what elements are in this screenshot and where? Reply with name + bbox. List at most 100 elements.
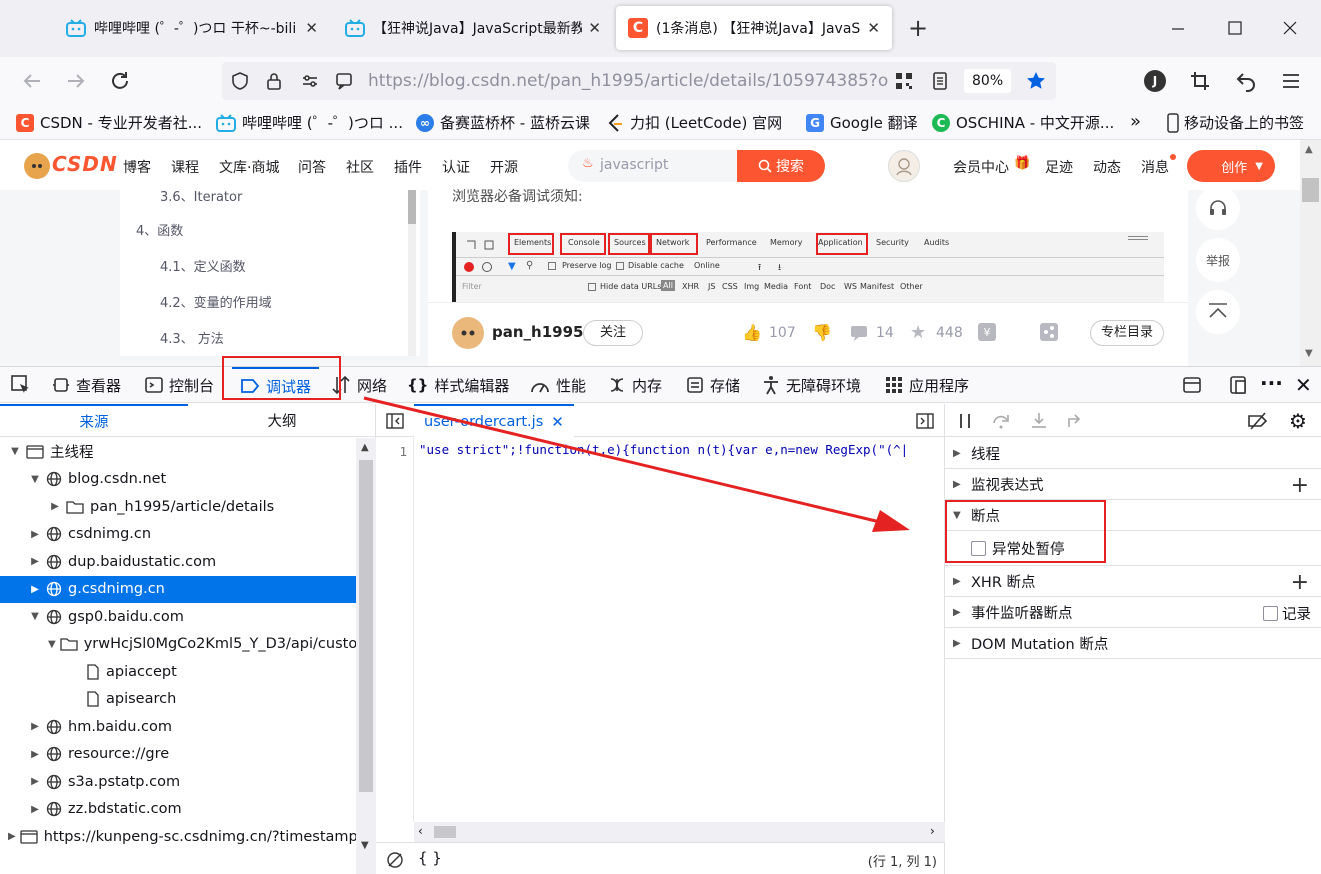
browser-tab-active[interactable]: C (1条消息) 【狂神说Java】JavaScri ✕ bbox=[616, 6, 892, 50]
crop-screenshot-icon[interactable] bbox=[1188, 69, 1212, 93]
source-tree-item[interactable]: ▶ csdnimg.cn bbox=[0, 521, 356, 548]
browser-tab-2[interactable]: 【狂神说Java】JavaScript最新教 ✕ bbox=[333, 6, 613, 50]
dynamic-link[interactable]: 动态 bbox=[1093, 157, 1121, 177]
scroll-up-icon[interactable]: ▲ bbox=[1305, 144, 1313, 155]
scroll-down-icon[interactable]: ▼ bbox=[1305, 348, 1313, 359]
expand-triangle-icon[interactable]: ▶ bbox=[28, 721, 42, 732]
scroll-right-icon[interactable]: › bbox=[930, 824, 935, 838]
bookmark-lanqiao[interactable]: ∞ 备赛蓝桥杯 - 蓝桥云课 bbox=[416, 112, 590, 133]
expand-triangle-icon[interactable]: ▶ bbox=[28, 804, 42, 815]
qr-code-icon[interactable] bbox=[894, 71, 914, 91]
expand-triangle-icon[interactable]: ▶ bbox=[28, 584, 42, 595]
account-avatar[interactable]: J bbox=[1144, 70, 1166, 92]
source-tree-item[interactable]: apisearch bbox=[0, 686, 356, 713]
favorite-star-icon[interactable]: ★ bbox=[910, 322, 926, 343]
collapse-triangle-icon[interactable]: ▼ bbox=[28, 611, 42, 622]
member-center-link[interactable]: 会员中心 bbox=[953, 157, 1009, 177]
editor-hscrollbar[interactable]: ‹ › bbox=[414, 822, 945, 842]
follow-button[interactable]: 关注 bbox=[583, 320, 643, 346]
reload-icon[interactable] bbox=[108, 69, 132, 93]
source-tree-item[interactable]: apiaccept bbox=[0, 658, 356, 685]
step-in-icon[interactable] bbox=[1029, 411, 1049, 431]
devtools-tab-inspector[interactable]: 查看器 bbox=[52, 367, 121, 403]
bookmark-bilibili[interactable]: 哔哩哔哩 (゜-゜)つロ ... bbox=[216, 112, 403, 133]
section-event-listener-breakpoints[interactable]: ▶ 事件监听器断点 记录 bbox=[945, 597, 1321, 628]
source-tree-item[interactable]: ▶ g.csdnimg.cn bbox=[0, 575, 356, 603]
source-tree-item[interactable]: ▼ 主线程 bbox=[0, 438, 356, 465]
source-tree-item[interactable]: ▶ s3a.pstatp.com bbox=[0, 768, 356, 795]
element-picker-icon[interactable] bbox=[10, 374, 32, 396]
nav-link-course[interactable]: 课程 bbox=[171, 157, 199, 177]
maximize-icon[interactable] bbox=[1222, 16, 1246, 40]
expand-triangle-icon[interactable]: ▶ bbox=[8, 831, 16, 842]
editor-hscroll-thumb[interactable] bbox=[434, 826, 456, 838]
section-watch-expressions[interactable]: ▶ 监视表达式 + bbox=[945, 469, 1321, 500]
reward-icon[interactable]: ¥ bbox=[978, 323, 996, 341]
sources-tab-source[interactable]: 来源 bbox=[0, 404, 188, 437]
user-avatar[interactable] bbox=[888, 150, 920, 182]
toc-scroll-thumb[interactable] bbox=[408, 190, 416, 224]
nav-link-qa[interactable]: 问答 bbox=[298, 157, 326, 177]
source-tree-item[interactable]: ▶ resource://gre bbox=[0, 741, 356, 768]
csdn-logo-text[interactable]: CSDN bbox=[52, 152, 118, 176]
csdn-search-input[interactable]: ♨ javascript bbox=[568, 150, 738, 182]
code-line[interactable]: "use strict";!function(t,e){function n(t… bbox=[419, 442, 939, 462]
sources-tab-outline[interactable]: 大纲 bbox=[188, 404, 376, 437]
blackbox-icon[interactable] bbox=[386, 851, 404, 869]
report-button[interactable]: 举报 bbox=[1196, 238, 1240, 282]
toggle-debugger-panel-icon[interactable] bbox=[916, 412, 934, 430]
deactivate-breakpoints-icon[interactable] bbox=[1247, 411, 1269, 431]
more-bookmarks-icon[interactable]: » bbox=[1130, 111, 1141, 132]
source-tree-item[interactable]: ▶ pan_h1995/article/details bbox=[0, 493, 356, 520]
devtools-tab-console[interactable]: 控制台 bbox=[145, 367, 214, 403]
expand-triangle-icon[interactable]: ▶ bbox=[28, 776, 42, 787]
source-tree-item[interactable]: ▼ yrwHcjSl0MgCo2Kml5_Y_D3/api/customsea bbox=[0, 631, 356, 658]
new-tab-icon[interactable]: + bbox=[908, 14, 928, 42]
nav-link-cert[interactable]: 认证 bbox=[442, 157, 470, 177]
author-avatar[interactable] bbox=[452, 317, 484, 349]
bookmark-csdn[interactable]: C CSDN - 专业开发者社... bbox=[16, 112, 202, 133]
zoom-level[interactable]: 80% bbox=[964, 69, 1012, 93]
toc-item[interactable]: 4.2、变量的作用域 bbox=[160, 292, 272, 311]
toc-item[interactable]: 4.1、定义函数 bbox=[160, 256, 246, 275]
nav-link-community[interactable]: 社区 bbox=[346, 157, 374, 177]
nav-link-opensource[interactable]: 开源 bbox=[490, 157, 518, 177]
close-tab-icon[interactable]: ✕ bbox=[588, 19, 601, 37]
close-file-icon[interactable]: ✕ bbox=[551, 413, 564, 431]
section-threads[interactable]: ▶ 线程 bbox=[945, 438, 1321, 469]
url-bar[interactable]: https://blog.csdn.net/pan_h1995/article/… bbox=[222, 62, 1056, 100]
column-directory-button[interactable]: 专栏目录 bbox=[1090, 320, 1164, 346]
minimize-icon[interactable] bbox=[1166, 16, 1190, 40]
page-scrollbar[interactable]: ▲ ▼ bbox=[1300, 140, 1321, 366]
devtools-tab-accessibility[interactable]: 无障碍环境 bbox=[762, 367, 861, 403]
forward-icon[interactable] bbox=[64, 69, 88, 93]
browser-tab-1[interactable]: 哔哩哔哩 (゜-゜)つロ 干杯~-bili ✕ bbox=[54, 6, 330, 50]
back-icon[interactable] bbox=[20, 69, 44, 93]
split-console-icon[interactable] bbox=[1182, 375, 1202, 395]
toc-item[interactable]: 3.6、Iterator bbox=[160, 186, 242, 205]
expand-triangle-icon[interactable]: ▶ bbox=[28, 749, 42, 760]
tree-scrollbar[interactable]: ▲ ▼ bbox=[356, 438, 376, 874]
close-window-icon[interactable] bbox=[1278, 16, 1302, 40]
editor-file-tab[interactable]: user-ordercart.js ✕ bbox=[414, 404, 574, 437]
toc-item[interactable]: 4、函数 bbox=[136, 220, 183, 239]
like-icon[interactable]: 👍 bbox=[742, 323, 762, 342]
source-tree-item[interactable]: ▶ https://kunpeng-sc.csdnimg.cn/?timestam… bbox=[0, 823, 356, 850]
footprint-link[interactable]: 足迹 bbox=[1045, 157, 1073, 177]
expand-triangle-icon[interactable]: ▶ bbox=[28, 529, 42, 540]
close-tab-icon[interactable]: ✕ bbox=[305, 19, 318, 37]
page-scroll-thumb[interactable] bbox=[1302, 178, 1319, 202]
add-xhr-breakpoint-icon[interactable]: + bbox=[1291, 570, 1309, 595]
devtools-tab-application[interactable]: 应用程序 bbox=[885, 367, 969, 403]
comment-icon[interactable] bbox=[850, 324, 868, 342]
reader-comment-icon[interactable] bbox=[334, 71, 354, 91]
source-tree-item[interactable]: ▶ dup.baidustatic.com bbox=[0, 548, 356, 575]
toggle-sources-icon[interactable] bbox=[386, 412, 404, 430]
log-events-toggle[interactable]: 记录 bbox=[1263, 603, 1311, 624]
section-xhr-breakpoints[interactable]: ▶ XHR 断点 + bbox=[945, 566, 1321, 597]
mobile-bookmarks[interactable]: 移动设备上的书签 bbox=[1166, 112, 1304, 133]
customer-service-icon[interactable] bbox=[1196, 186, 1240, 230]
debugger-settings-gear-icon[interactable]: ⚙ bbox=[1289, 409, 1307, 433]
create-button[interactable]: 创作 ▼ bbox=[1187, 150, 1275, 182]
bookmark-google-translate[interactable]: G Google 翻译 bbox=[806, 112, 918, 133]
